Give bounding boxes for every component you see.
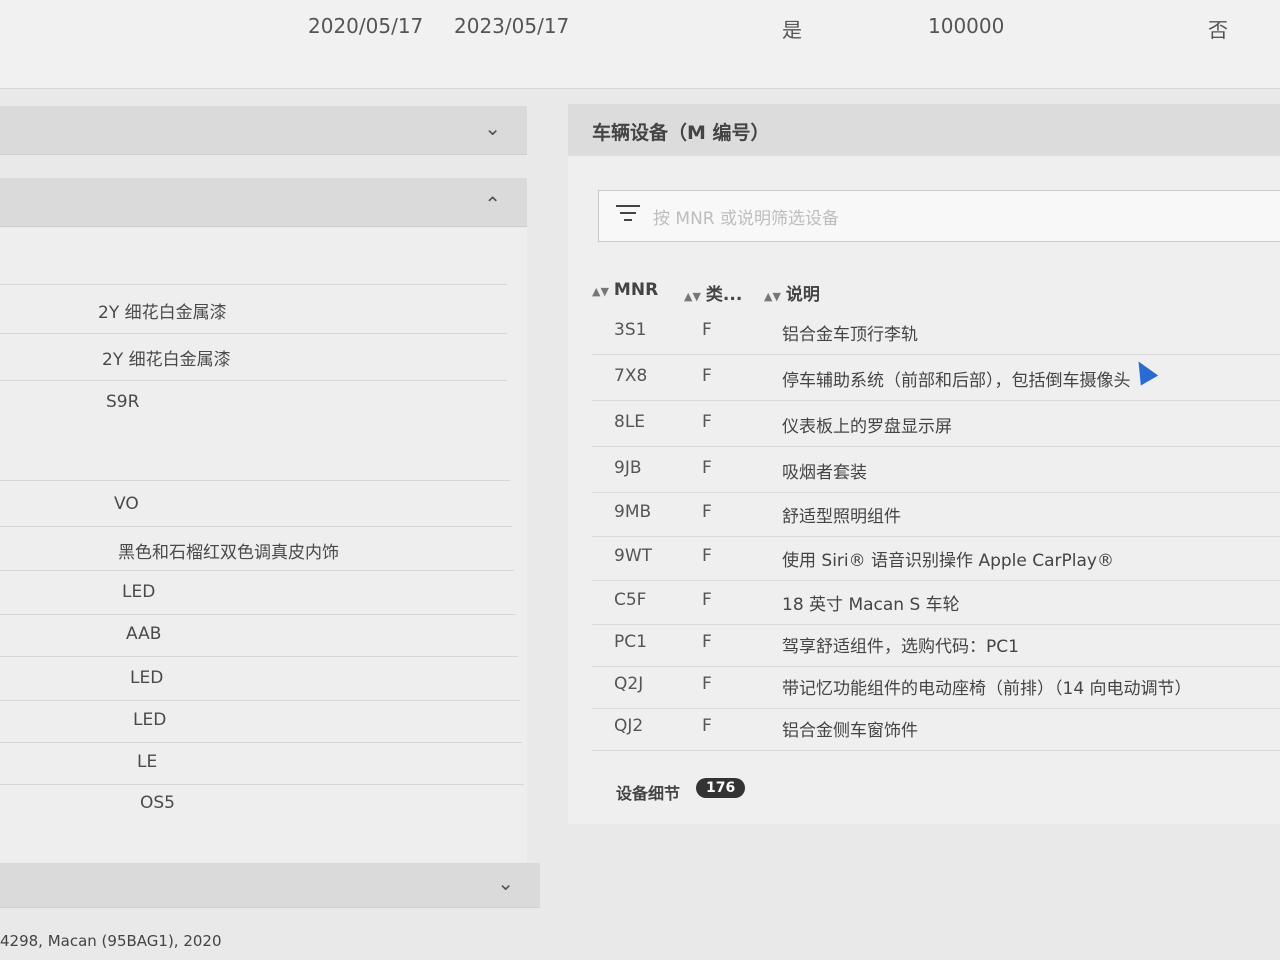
date-start: 2020/05/17: [308, 14, 424, 38]
column-header-desc[interactable]: ▲▼ 说明: [764, 280, 820, 305]
cell-desc: 18 英寸 Macan S 车轮: [782, 595, 960, 615]
divider: [0, 700, 520, 701]
table-row[interactable]: 9JB F 吸烟者套装: [592, 448, 1280, 493]
details-label[interactable]: 设备细节: [616, 780, 680, 804]
cell-type: F: [702, 458, 712, 478]
chevron-down-icon: ⌄: [484, 116, 501, 140]
divider: [0, 284, 507, 285]
panel-title: 车辆设备（M 编号）: [592, 122, 770, 144]
details-count-badge: 176: [696, 778, 746, 798]
divider: [0, 742, 522, 743]
cell-type: F: [702, 590, 712, 610]
vehicle-info: 4298, Macan (95BAG1), 2020: [0, 932, 222, 950]
cell-mnr: 9JB: [614, 458, 642, 478]
divider: [0, 614, 516, 615]
table-row[interactable]: C5F F 18 英寸 Macan S 车轮: [592, 580, 1280, 625]
table-row[interactable]: Q2J F 带记忆功能组件的电动座椅（前排）（14 向电动调节）: [592, 664, 1280, 709]
accordion-header-expanded[interactable]: ⌃: [0, 178, 527, 227]
column-header-type[interactable]: ▲▼ 类...: [684, 280, 742, 305]
date-end: 2023/05/17: [454, 14, 570, 38]
mileage-value: 100000: [928, 14, 1005, 38]
table-row[interactable]: QJ2 F 铝合金侧车窗饰件: [592, 706, 1280, 751]
filter-placeholder: 按 MNR 或说明筛选设备: [653, 209, 840, 229]
cell-mnr: PC1: [614, 632, 647, 652]
divider: [0, 570, 514, 571]
list-item: 2Y 细花白金属漆: [98, 303, 227, 323]
cell-type: F: [702, 502, 712, 522]
accordion-header-collapsed[interactable]: ⌄: [0, 106, 527, 155]
filter-icon: [615, 205, 641, 225]
list-item: LE: [137, 752, 158, 772]
table-row[interactable]: 8LE F 仪表板上的罗盘显示屏: [592, 402, 1280, 447]
cell-mnr: 9MB: [614, 502, 652, 522]
list-item: VO: [114, 494, 139, 514]
cell-mnr: C5F: [614, 590, 647, 610]
divider: [0, 526, 512, 527]
cell-desc: 驾享舒适组件，选购代码：PC1: [782, 637, 1019, 657]
table-row[interactable]: 9MB F 舒适型照明组件: [592, 492, 1280, 537]
column-header-mnr[interactable]: ▲▼ MNR: [592, 280, 658, 300]
cell-desc: 铝合金侧车窗饰件: [782, 721, 918, 741]
panel-header: 车辆设备（M 编号）: [568, 104, 1280, 156]
sort-icon: ▲▼: [684, 290, 701, 303]
list-item: LED: [122, 582, 156, 602]
sort-icon: ▲▼: [764, 290, 781, 303]
divider: [0, 333, 507, 334]
list-item: LED: [133, 710, 167, 730]
table-row[interactable]: 3S1 F 铝合金车顶行李轨: [592, 310, 1280, 355]
cell-mnr: QJ2: [614, 716, 644, 736]
list-item: OS5: [140, 793, 175, 813]
left-panel: ⌄ ⌃ 2Y 细花白金属漆 2Y 细花白金属漆 S9R VO 黑色和石榴红双色调…: [0, 88, 545, 960]
cell-desc: 停车辅助系统（前部和后部），包括倒车摄像头: [782, 371, 1131, 391]
list-item: LED: [130, 668, 164, 688]
cell-type: F: [702, 546, 712, 566]
divider: [0, 480, 510, 481]
equipment-panel: 车辆设备（M 编号） 按 MNR 或说明筛选设备 ▲▼ MNR ▲▼ 类... ▲▼…: [568, 104, 1280, 824]
filter-input[interactable]: 按 MNR 或说明筛选设备: [598, 190, 1280, 242]
cell-desc: 舒适型照明组件: [782, 507, 901, 527]
list-item: 黑色和石榴红双色调真皮内饰: [118, 543, 339, 563]
cell-mnr: 7X8: [614, 366, 648, 386]
table-header: ▲▼ MNR ▲▼ 类... ▲▼ 说明: [592, 280, 1280, 308]
divider: [0, 656, 518, 657]
table-row[interactable]: PC1 F 驾享舒适组件，选购代码：PC1: [592, 622, 1280, 667]
cell-mnr: 8LE: [614, 412, 646, 432]
divider: [0, 784, 524, 785]
cell-type: F: [702, 412, 712, 432]
cell-type: F: [702, 632, 712, 652]
accordion-body: 2Y 细花白金属漆 2Y 细花白金属漆 S9R VO 黑色和石榴红双色调真皮内饰…: [0, 228, 527, 862]
sort-icon: ▲▼: [592, 285, 609, 298]
chevron-up-icon: ⌃: [484, 192, 501, 216]
list-item: AAB: [126, 624, 162, 644]
table-row[interactable]: 9WT F 使用 Siri® 语音识别操作 Apple CarPlay®: [592, 536, 1280, 581]
flag-no: 否: [1208, 18, 1228, 42]
cell-type: F: [702, 320, 712, 340]
cell-type: F: [702, 674, 712, 694]
cell-desc: 使用 Siri® 语音识别操作 Apple CarPlay®: [782, 551, 1114, 571]
cell-type: F: [702, 716, 712, 736]
cell-desc: 吸烟者套装: [782, 463, 867, 483]
cell-mnr: Q2J: [614, 674, 644, 694]
cell-desc: 仪表板上的罗盘显示屏: [782, 417, 952, 437]
divider: [0, 380, 507, 381]
cell-desc: 带记忆功能组件的电动座椅（前排）（14 向电动调节）: [782, 679, 1192, 699]
accordion-header-collapsed[interactable]: ⌄: [0, 863, 540, 908]
cell-mnr: 9WT: [614, 546, 653, 566]
cell-type: F: [702, 366, 712, 386]
table-row[interactable]: 7X8 F 停车辅助系统（前部和后部），包括倒车摄像头: [592, 356, 1280, 401]
list-item: S9R: [106, 392, 140, 412]
list-item: 2Y 细花白金属漆: [102, 350, 231, 370]
flag-yes: 是: [782, 18, 802, 42]
chevron-down-icon: ⌄: [497, 871, 514, 895]
cell-desc: 铝合金车顶行李轨: [782, 325, 918, 345]
summary-row: 2020/05/17 2023/05/17 是 100000 否: [0, 0, 1280, 89]
cell-mnr: 3S1: [614, 320, 647, 340]
